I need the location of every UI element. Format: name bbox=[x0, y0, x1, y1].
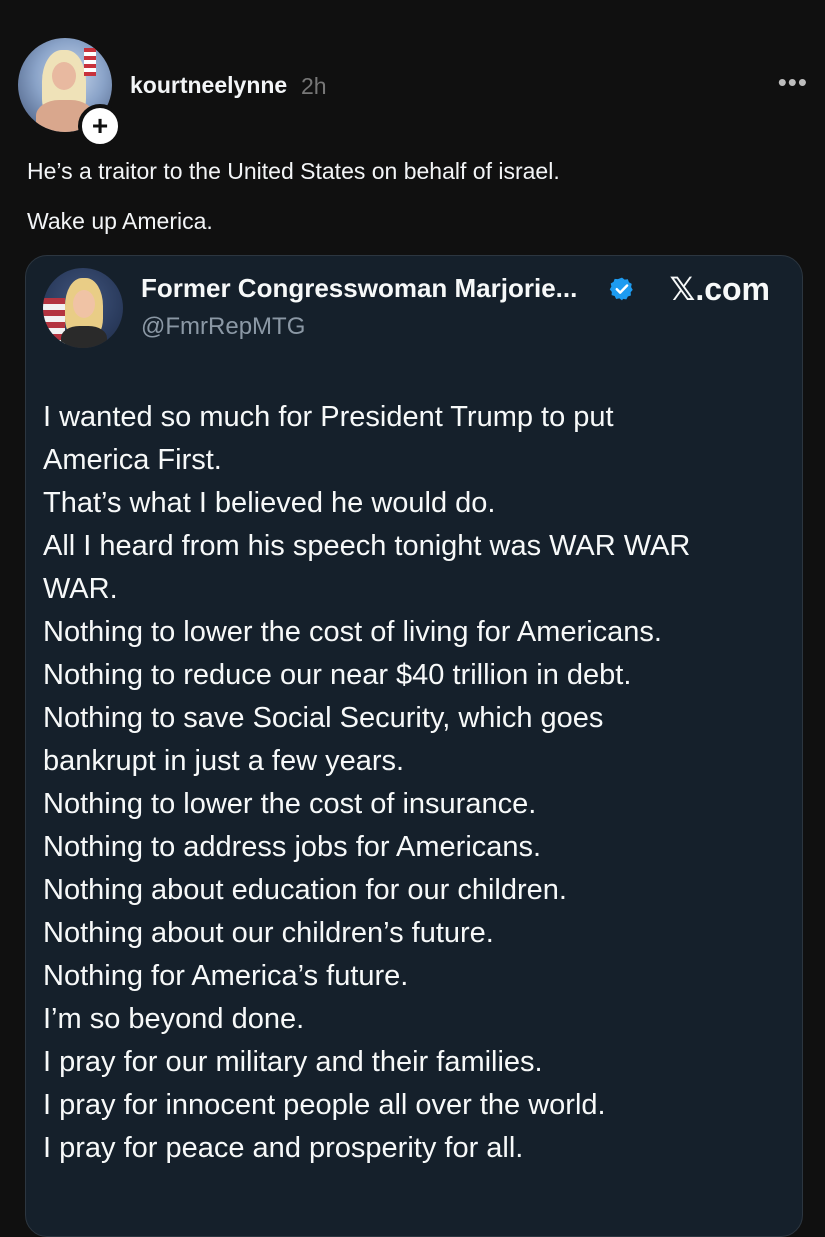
post-header: + kourtneelynne 2h ••• bbox=[18, 38, 808, 148]
tweet-line: All I heard from his speech tonight was … bbox=[43, 530, 691, 562]
tweet-author-avatar bbox=[43, 268, 123, 348]
tweet-line: Nothing to lower the cost of living for … bbox=[43, 616, 662, 648]
tweet-line: I wanted so much for President Trump to … bbox=[43, 401, 614, 433]
tweet-line: Nothing about our children’s future. bbox=[43, 917, 494, 949]
tweet-line: bankrupt in just a few years. bbox=[43, 745, 405, 777]
tweet-line: Nothing for America’s future. bbox=[43, 960, 409, 992]
tweet-line: America First. bbox=[43, 444, 222, 476]
flag-icon bbox=[84, 48, 96, 76]
tweet-line: Nothing to save Social Security, which g… bbox=[43, 702, 604, 734]
follow-plus-button[interactable]: + bbox=[78, 104, 122, 148]
tweet-handle: @FmrRepMTG bbox=[141, 313, 306, 340]
avatar-face bbox=[52, 62, 76, 90]
username[interactable]: kourtneelynne bbox=[130, 72, 287, 99]
tweet-line: Nothing to lower the cost of insurance. bbox=[43, 788, 537, 820]
tweet-line: Nothing to address jobs for Americans. bbox=[43, 831, 542, 863]
tweet-line: I pray for our military and their famili… bbox=[43, 1046, 543, 1078]
timestamp: 2h bbox=[301, 73, 327, 99]
tweet-display-name: Former Congresswoman Marjorie... bbox=[141, 273, 578, 303]
tweet-line: I pray for peace and prosperity for all. bbox=[43, 1132, 524, 1164]
tweet-line: WAR. bbox=[43, 573, 118, 605]
avatar-face bbox=[73, 290, 95, 318]
tweet-line: That’s what I believed he would do. bbox=[43, 487, 496, 519]
tweet-line: Nothing about education for our children… bbox=[43, 874, 567, 906]
tweet-body: I wanted so much for President Trump to … bbox=[43, 396, 783, 1170]
verified-badge-icon bbox=[609, 277, 633, 301]
tweet-line: I’m so beyond done. bbox=[43, 1003, 305, 1035]
tweet-line: Nothing to reduce our near $40 trillion … bbox=[43, 659, 632, 691]
avatar-body bbox=[61, 326, 107, 348]
quoted-tweet-card[interactable]: Former Congresswoman Marjorie... 𝕏.com @… bbox=[25, 255, 803, 1237]
post-text-line: Wake up America. bbox=[27, 208, 213, 234]
tweet-line: I pray for innocent people all over the … bbox=[43, 1089, 606, 1121]
post-text-line: He’s a traitor to the United States on b… bbox=[27, 158, 560, 184]
x-com-logo: 𝕏.com bbox=[669, 271, 770, 307]
more-options-button[interactable]: ••• bbox=[778, 69, 808, 95]
